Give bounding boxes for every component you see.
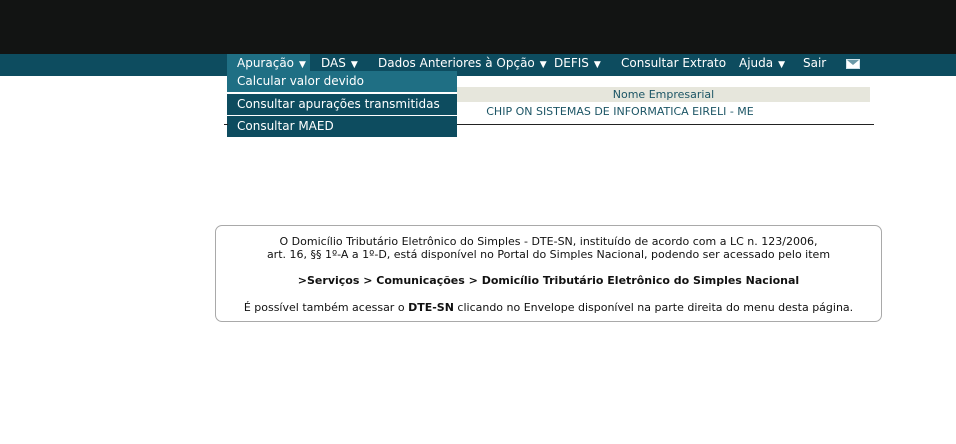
menu-defis[interactable]: DEFIS ▼ xyxy=(554,54,601,76)
divider-stub xyxy=(224,124,228,125)
notice-hint-dte-sn: DTE-SN xyxy=(408,301,454,314)
notice-line-2: art. 16, §§ 1º-A a 1º-D, está disponível… xyxy=(266,248,831,261)
menu-defis-label: DEFIS xyxy=(554,56,589,70)
menu-sair[interactable]: Sair xyxy=(803,54,826,76)
company-name-header: Nome Empresarial xyxy=(457,87,870,102)
notice-line-1: O Domicílio Tributário Eletrônico do Sim… xyxy=(279,235,818,248)
notice-menu-path: >Serviços > Comunicações > Domicílio Tri… xyxy=(297,274,800,287)
dropdown-item-consultar-apuracoes[interactable]: Consultar apurações transmitidas xyxy=(227,94,457,115)
menu-das-label: DAS xyxy=(321,56,346,70)
chevron-down-icon: ▼ xyxy=(350,60,358,70)
company-name-value: CHIP ON SISTEMAS DE INFORMATICA EIRELI -… xyxy=(486,105,754,118)
menu-ajuda[interactable]: Ajuda ▼ xyxy=(739,54,785,76)
menu-apuracao-label: Apuração xyxy=(237,56,295,70)
menu-consultar-extrato[interactable]: Consultar Extrato xyxy=(621,54,726,76)
chevron-down-icon: ▼ xyxy=(778,60,786,70)
envelope-icon[interactable] xyxy=(846,59,860,69)
dte-sn-notice: O Domicílio Tributário Eletrônico do Sim… xyxy=(215,225,882,322)
chevron-down-icon: ▼ xyxy=(593,60,601,70)
menu-dados-anteriores-label: Dados Anteriores à Opção xyxy=(378,56,535,70)
notice-hint-start: É possível também acessar o xyxy=(243,301,409,314)
dropdown-item-calcular-valor-devido[interactable]: Calcular valor devido xyxy=(227,71,457,92)
dropdown-item-consultar-maed[interactable]: Consultar MAED xyxy=(227,116,457,137)
chevron-down-icon: ▼ xyxy=(299,60,306,70)
notice-hint-end: clicando no Envelope disponível na parte… xyxy=(453,301,854,314)
main-menu-bar: Apuração ▼ DAS ▼ Dados Anteriores à Opção ▼… xyxy=(0,54,956,76)
top-banner xyxy=(0,0,956,54)
notice-envelope-hint: É possível também acessar o DTE-SN clica… xyxy=(216,301,881,315)
chevron-down-icon: ▼ xyxy=(539,60,547,70)
company-divider xyxy=(457,124,874,125)
menu-sair-label: Sair xyxy=(803,56,827,70)
menu-ajuda-label: Ajuda xyxy=(739,56,774,70)
menu-consultar-extrato-label: Consultar Extrato xyxy=(621,56,727,70)
notice-paragraph: O Domicílio Tributário Eletrônico do Sim… xyxy=(216,235,881,261)
